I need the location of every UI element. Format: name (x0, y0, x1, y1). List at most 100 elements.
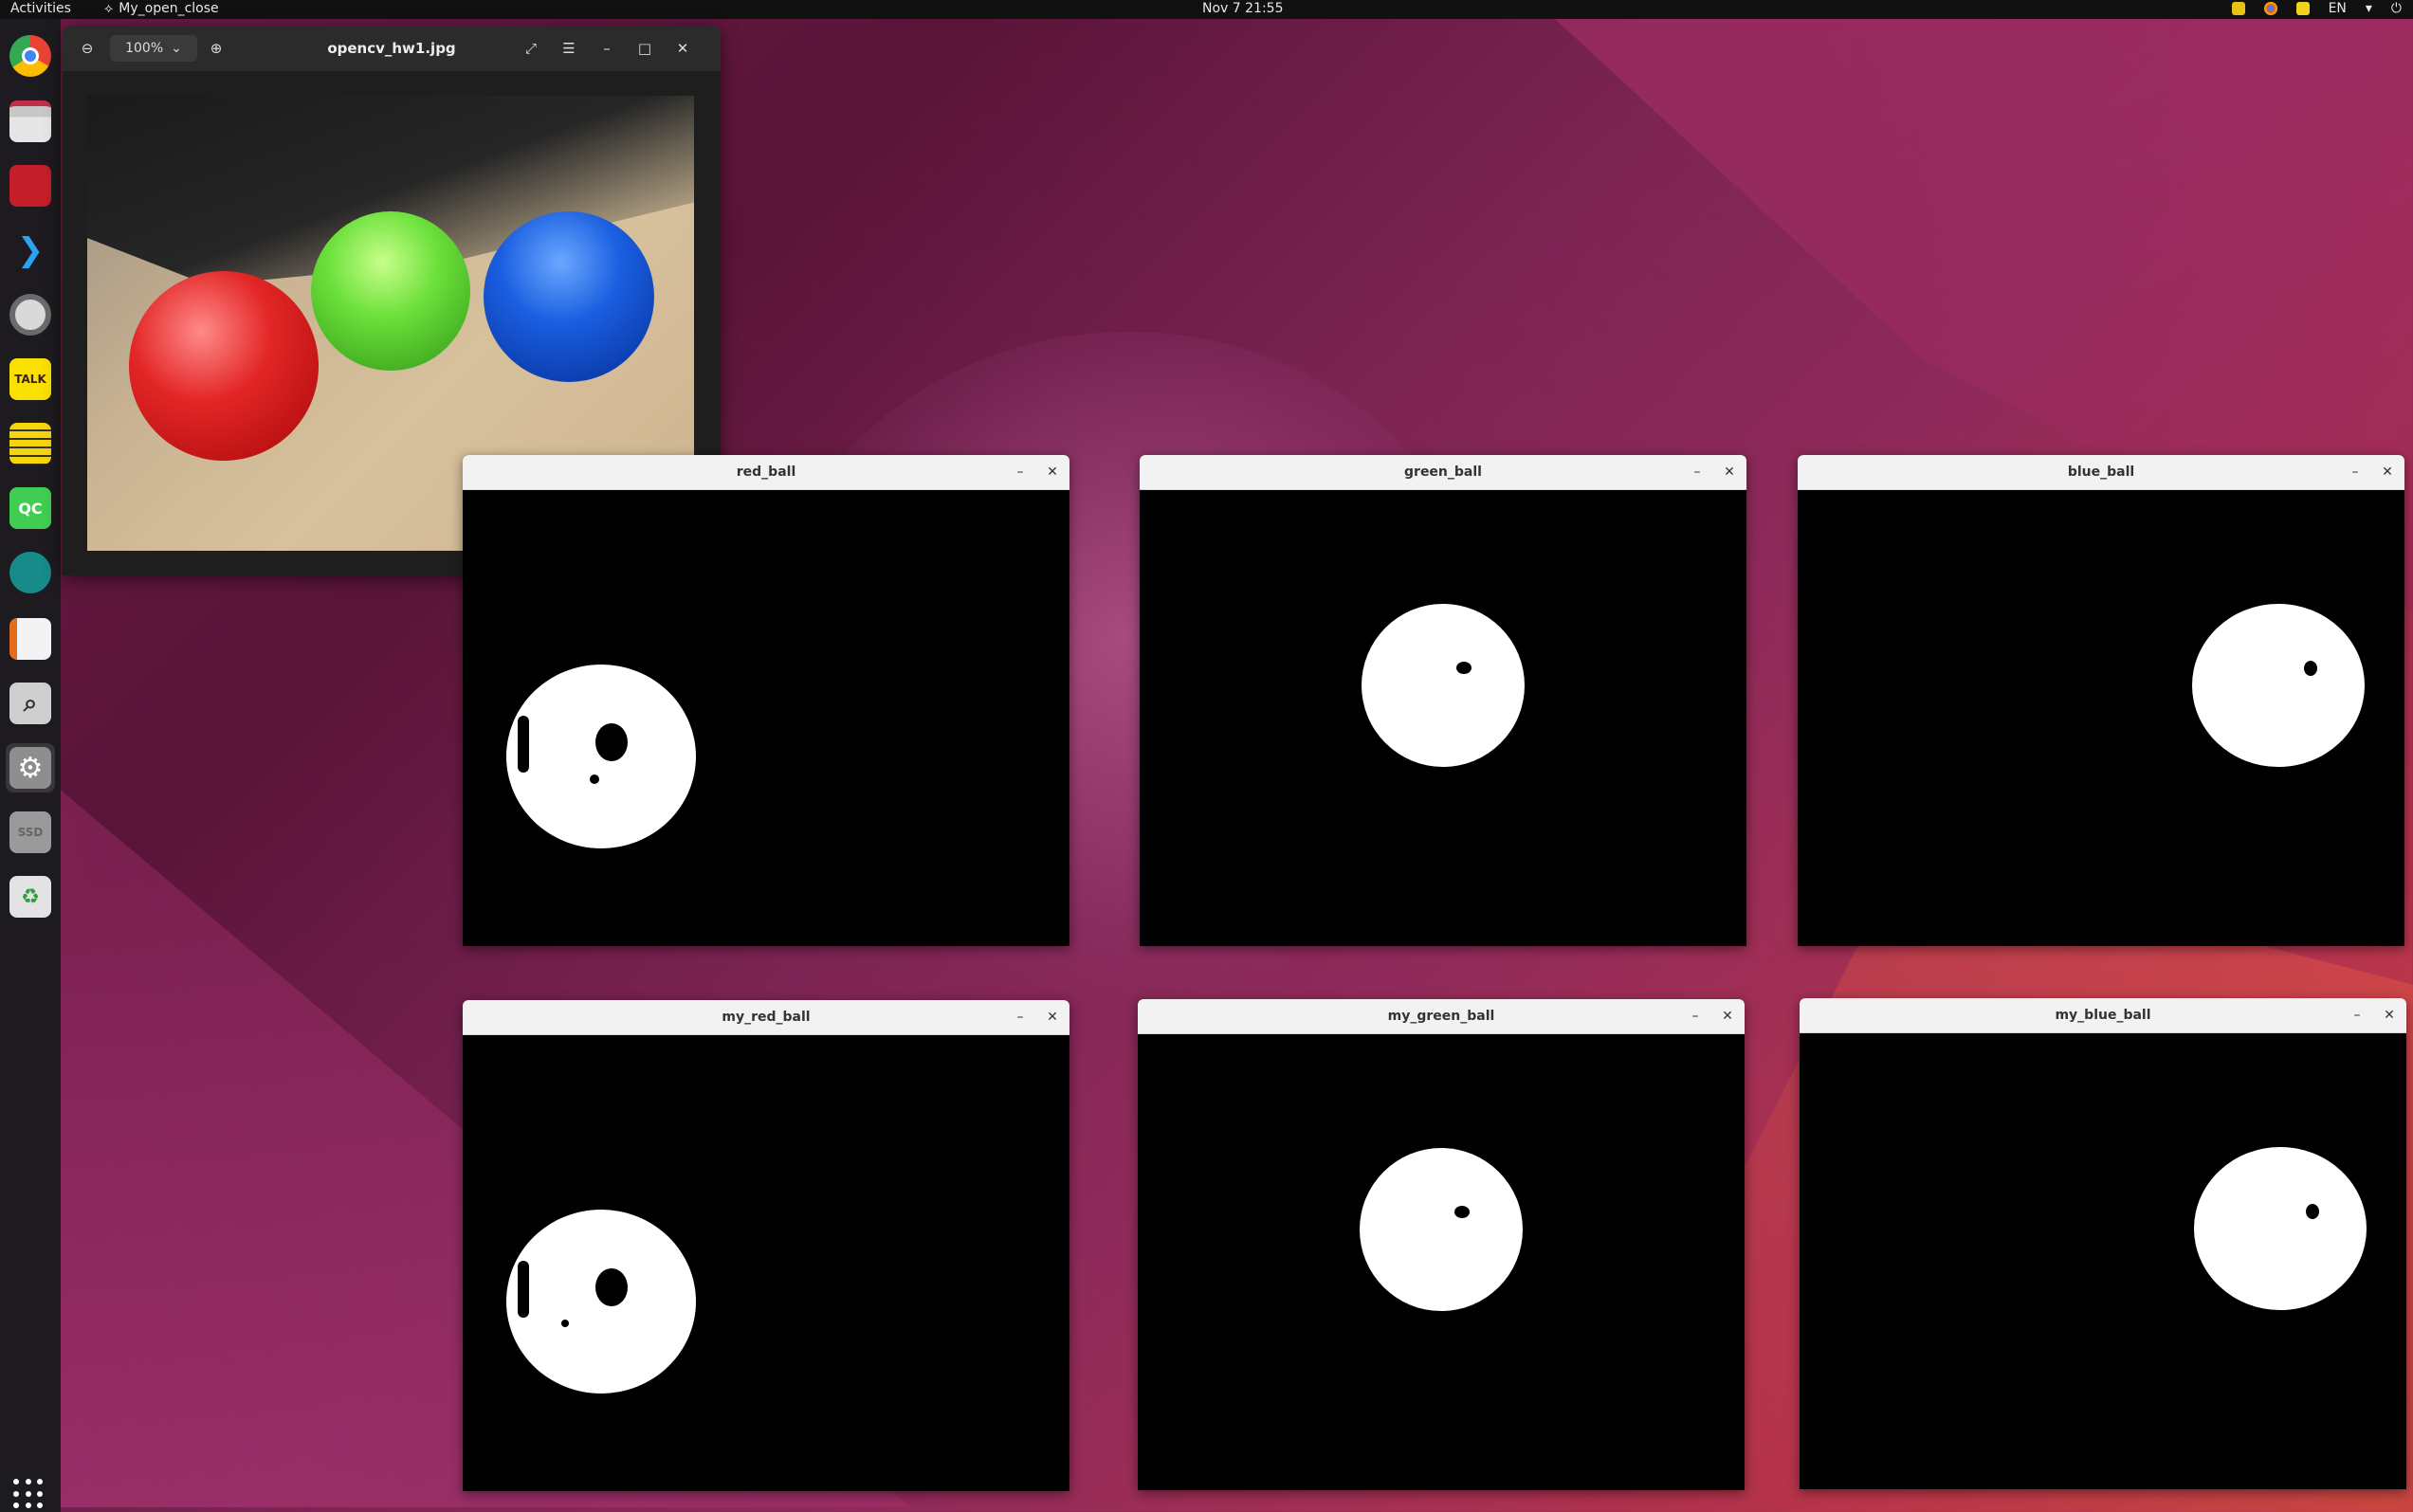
window-title: my_red_ball (722, 1010, 811, 1025)
mask-hole (1454, 1206, 1470, 1218)
green-ball-window: green_ball – ✕ (1140, 455, 1746, 946)
app-menu[interactable]: ⟡ My_open_close (104, 1, 219, 16)
window-titlebar: red_ball – ✕ (463, 455, 1069, 490)
mask-hole (561, 1320, 569, 1327)
mask-blob (1360, 1148, 1523, 1311)
mask-blob (2194, 1147, 2367, 1310)
viewer-header: ⊖ 100% ⌄ ⊕ opencv_hw1.jpg ⤢ ☰ – □ ✕ (63, 26, 721, 71)
kakaotalk-icon: TALK (9, 358, 51, 400)
mask-blob (2192, 604, 2365, 767)
dock: ❯ TALK QC ⌕ ⚙ SSD ♻ (0, 19, 61, 1512)
blue-ball-image (484, 211, 654, 382)
trash-icon: ♻ (9, 876, 51, 918)
window-titlebar: my_green_ball – ✕ (1138, 999, 1745, 1034)
my-red-ball-window: my_red_ball – ✕ (463, 1000, 1069, 1491)
dock-trash[interactable]: ♻ (6, 872, 55, 921)
notes-icon (9, 423, 51, 465)
mask-hole (590, 774, 599, 784)
minimize-icon[interactable]: – (1686, 1007, 1705, 1026)
close-icon[interactable]: ✕ (1043, 463, 1062, 482)
dock-chrome[interactable] (6, 31, 55, 81)
mask-hole (2304, 661, 2317, 676)
window-title: red_ball (736, 465, 796, 480)
minimize-icon[interactable]: – (1011, 463, 1030, 482)
mask-hole (518, 1261, 529, 1318)
window-title: my_blue_ball (2055, 1008, 2151, 1023)
dock-vscode[interactable]: ❯ (6, 226, 55, 275)
menu-icon[interactable]: ☰ (558, 37, 580, 60)
close-icon[interactable]: ✕ (2378, 463, 2397, 482)
dock-notes[interactable] (6, 419, 55, 468)
dock-qtcreator[interactable]: QC (6, 483, 55, 533)
window-title: green_ball (1404, 465, 1482, 480)
red-ball-image (129, 271, 319, 461)
chrome-icon (9, 35, 51, 77)
mask-hole (595, 1268, 628, 1306)
dock-files[interactable] (6, 97, 55, 146)
dock-gear[interactable]: ⚙ (6, 743, 55, 792)
dock-kakaotalk[interactable]: TALK (6, 355, 55, 404)
mask-hole (1456, 662, 1472, 674)
dock-presentation[interactable] (6, 161, 55, 210)
vscode-icon: ❯ (16, 231, 45, 269)
notes-tray-icon[interactable] (2295, 2, 2310, 15)
app-icon: ⟡ (104, 1, 114, 16)
window-titlebar: blue_ball – ✕ (1798, 455, 2404, 490)
minimize-icon[interactable]: – (1688, 463, 1707, 482)
window-title: blue_ball (2067, 465, 2135, 480)
settings-disc-icon (9, 294, 51, 336)
mask-canvas (1798, 490, 2404, 946)
mask-hole (2306, 1204, 2319, 1219)
mask-canvas (1800, 1033, 2406, 1489)
system-tray[interactable]: EN ▾ ⏻ (2231, 1, 2402, 16)
window-titlebar: my_red_ball – ✕ (463, 1000, 1069, 1035)
activities-button[interactable]: Activities (10, 1, 71, 16)
gear-icon: ⚙ (9, 747, 51, 789)
top-bar: Activities ⟡ My_open_close Nov 7 21:55 E… (0, 0, 2413, 19)
dock-gitkraken[interactable] (6, 548, 55, 597)
power-icon[interactable]: ⏻ (2391, 1, 2402, 16)
dock-impress[interactable] (6, 614, 55, 664)
window-titlebar: my_blue_ball – ✕ (1800, 998, 2406, 1033)
files-icon (9, 100, 51, 142)
clock[interactable]: Nov 7 21:55 (1202, 1, 1283, 16)
my-blue-ball-window: my_blue_ball – ✕ (1800, 998, 2406, 1489)
close-icon[interactable]: ✕ (2380, 1006, 2399, 1025)
show-apps-icon[interactable] (13, 1479, 44, 1509)
window-titlebar: green_ball – ✕ (1140, 455, 1746, 490)
app-name: My_open_close (119, 1, 219, 16)
close-icon[interactable]: ✕ (1720, 463, 1739, 482)
search-icon: ⌕ (9, 683, 51, 724)
mask-canvas (1140, 490, 1746, 946)
close-icon[interactable]: ✕ (1043, 1008, 1062, 1027)
fullscreen-icon[interactable]: ⤢ (520, 37, 542, 60)
mask-blob (1362, 604, 1525, 767)
close-icon[interactable]: ✕ (671, 37, 694, 60)
presentation-icon (9, 165, 51, 207)
ssd-icon: SSD (9, 811, 51, 853)
dock-ssd[interactable]: SSD (6, 808, 55, 857)
green-ball-image (311, 211, 470, 371)
kakao-tray-icon[interactable] (2231, 2, 2245, 15)
mask-canvas (1138, 1034, 1745, 1490)
chrome-tray-icon[interactable] (2263, 2, 2277, 15)
minimize-icon[interactable]: – (2348, 1006, 2367, 1025)
red-ball-window: red_ball – ✕ (463, 455, 1069, 946)
minimize-icon[interactable]: – (1011, 1008, 1030, 1027)
dock-search[interactable]: ⌕ (6, 679, 55, 728)
blue-ball-window: blue_ball – ✕ (1798, 455, 2404, 946)
maximize-icon[interactable]: □ (633, 37, 656, 60)
mask-canvas (463, 490, 1069, 946)
mask-canvas (463, 1035, 1069, 1491)
mask-hole (595, 723, 628, 761)
language-indicator[interactable]: EN (2329, 1, 2347, 16)
mask-hole (518, 716, 529, 773)
impress-icon (9, 618, 51, 660)
wifi-icon[interactable]: ▾ (2366, 1, 2372, 16)
qtcreator-icon: QC (9, 487, 51, 529)
minimize-icon[interactable]: – (2346, 463, 2365, 482)
minimize-icon[interactable]: – (595, 37, 618, 60)
viewer-title: opencv_hw1.jpg (327, 40, 456, 57)
close-icon[interactable]: ✕ (1718, 1007, 1737, 1026)
dock-settings-disc[interactable] (6, 290, 55, 339)
